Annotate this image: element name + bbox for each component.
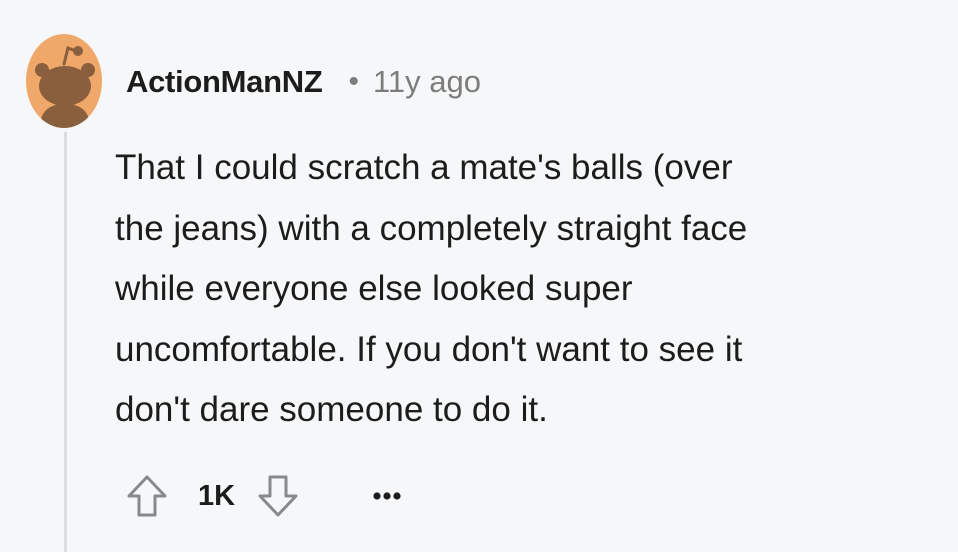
comment-body: That I could scratch a mate's balls (ove… <box>115 138 935 441</box>
comment-line: while everyone else looked super <box>115 269 633 308</box>
comment-line: don't dare someone to do it. <box>115 390 548 429</box>
comment-actions: 1K <box>124 466 407 526</box>
separator-dot: • <box>348 65 359 98</box>
snoo-avatar-icon <box>26 34 102 128</box>
thread-line[interactable] <box>64 132 67 552</box>
arrow-up-outline-icon <box>127 475 167 517</box>
arrow-down-outline-icon <box>258 475 298 517</box>
comment-line: uncomfortable. If you don't want to see … <box>115 329 743 369</box>
vote-score: 1K <box>198 479 236 512</box>
upvote-button[interactable] <box>124 471 170 521</box>
author-username[interactable]: ActionManNZ <box>126 64 323 100</box>
downvote-button[interactable] <box>255 471 301 521</box>
comment-line: That I could scratch a mate's balls (ove… <box>115 148 733 187</box>
timestamp[interactable]: 11y ago <box>373 64 481 100</box>
comment-header: ActionManNZ • 11y ago <box>126 58 481 106</box>
comment-line: the jeans) with a completely straight fa… <box>115 208 748 248</box>
avatar[interactable] <box>26 34 102 128</box>
ellipsis-icon <box>373 492 401 500</box>
more-options-button[interactable] <box>367 481 407 511</box>
comment: ActionManNZ • 11y ago That I could scrat… <box>0 0 958 552</box>
